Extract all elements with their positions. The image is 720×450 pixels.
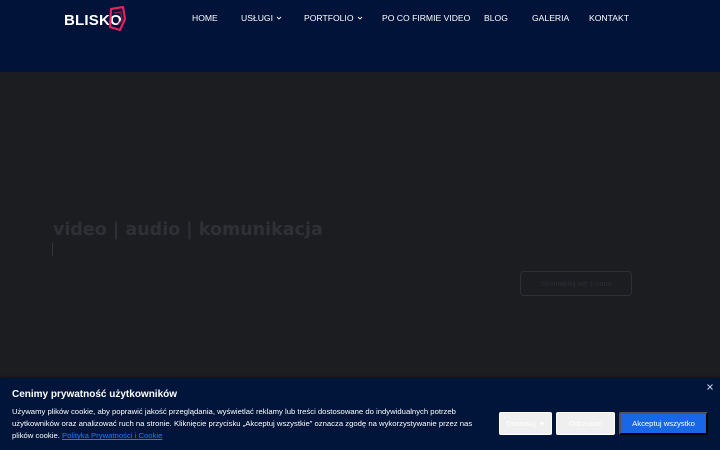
chevron-down-icon: [357, 16, 362, 20]
reject-button[interactable]: Odrzucać: [556, 412, 615, 435]
cookie-banner: Cenimy prywatność użytkowników Używamy p…: [0, 378, 720, 450]
nav-item-label: KONTAKT: [589, 13, 629, 23]
nav-item-portfolio[interactable]: PORTFOLIO: [304, 13, 363, 23]
customize-button[interactable]: Dostosuj: [499, 412, 552, 435]
nav-item-home[interactable]: HOME: [192, 13, 218, 23]
hero-title: video | audio | komunikacja: [53, 220, 323, 240]
nav-item-label: GALERIA: [532, 13, 570, 23]
nav-item-label: HOME: [192, 13, 218, 23]
cookie-text: Używamy plików cookie, aby poprawić jako…: [12, 406, 494, 443]
cookie-title: Cenimy prywatność użytkowników: [12, 389, 178, 400]
site-header: BLISKO HOME USŁUGI PORTFOLIO PO CO FIRMI…: [0, 0, 720, 72]
nav-item-label: PO CO FIRMIE VIDEO: [382, 13, 471, 23]
nav-item-po-co-firmie-video[interactable]: PO CO FIRMIE VIDEO: [382, 13, 470, 23]
nav-item-label: USŁUGI: [241, 13, 273, 23]
customize-button-label: Dostosuj: [506, 419, 536, 428]
close-icon[interactable]: [705, 382, 715, 392]
hero-section: video | audio | komunikacja Skontaktuj s…: [0, 72, 720, 378]
nav-item-label: BLOG: [484, 13, 508, 23]
contact-button[interactable]: Skontaktuj się z nami: [520, 271, 632, 296]
nav-item-label: PORTFOLIO: [304, 13, 354, 23]
nav-item-galeria[interactable]: GALERIA: [532, 13, 569, 23]
nav-item-uslugi[interactable]: USŁUGI: [241, 13, 282, 23]
nav-item-kontakt[interactable]: KONTAKT: [589, 13, 629, 23]
nav-item-blog[interactable]: BLOG: [484, 13, 508, 23]
text-cursor: [52, 243, 53, 256]
privacy-policy-link[interactable]: Polityka Prywatności i Cookie: [62, 431, 162, 440]
accept-all-button[interactable]: Akceptuj wszystko: [619, 412, 708, 435]
caret-down-icon: [539, 422, 545, 425]
main-nav: HOME USŁUGI PORTFOLIO PO CO FIRMIE VIDEO…: [0, 13, 720, 27]
chevron-down-icon: [276, 16, 282, 20]
